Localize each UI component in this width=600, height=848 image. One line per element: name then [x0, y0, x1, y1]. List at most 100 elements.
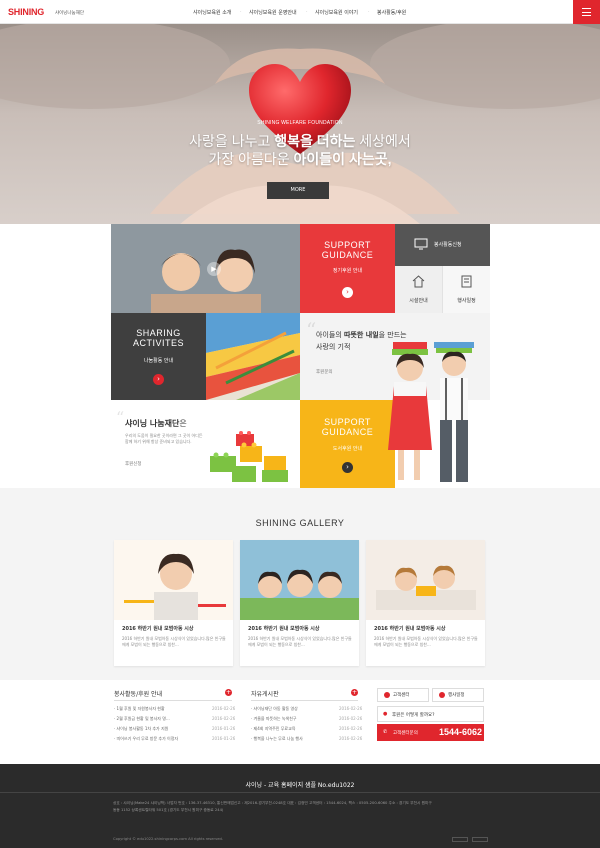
location-pin-icon: ●	[383, 711, 388, 717]
nav-item-about[interactable]: 샤이닝보육원 소개	[193, 9, 231, 16]
board-row[interactable]: · 행복을 나누는 무료 나눔 행사	[251, 736, 303, 742]
board-date: 2016-02-26	[212, 716, 236, 721]
hero-emphasis: 아이들이 사는곳,	[293, 151, 392, 167]
divider	[114, 700, 232, 701]
arrow-right-icon[interactable]: ›	[342, 287, 353, 298]
logo[interactable]: SHINING	[8, 7, 44, 17]
board-date: 2016-02-26	[339, 726, 363, 731]
board-row[interactable]: · 겨울을 따뜻하는 녹색친구	[251, 716, 297, 722]
foundation-description: 우리의 도움이 필요한 곳이라면 그 곳이 어디든 함께 하기 위해 항상 준비…	[125, 433, 203, 444]
foundation-intro-tile: “ 샤이닝 나눔재단은 우리의 도움이 필요한 곳이라면 그 곳이 어디든 함께…	[111, 400, 300, 488]
board-date: 2016-02-26	[212, 706, 236, 711]
kids-with-books-image	[388, 342, 474, 482]
tile-title: GUIDANCE	[321, 250, 374, 260]
board-row[interactable]: · 샤이닝 봉사활동 1차 추가 지원	[114, 726, 168, 732]
divider	[251, 700, 358, 701]
phone-number: 1544-6062	[439, 727, 483, 737]
play-icon[interactable]: ▶	[207, 262, 221, 276]
volunteer-board-title: 봉사활동/후원 안내	[114, 691, 163, 698]
gallery-description: 2016 하반기 원내 모범아동 시상식이 있었습니다.많은 친구들에게 모범이…	[374, 636, 478, 647]
board-date: 2016-02-26	[339, 736, 363, 741]
divider	[0, 792, 600, 793]
home-icon	[412, 275, 425, 288]
button-label: 행사일정	[448, 693, 465, 698]
tile-subtitle: 정기후원 안내	[332, 268, 363, 274]
board-date: 2016-01-26	[212, 726, 236, 731]
copyright: Copyright © edu1022.shiningcorps.com All…	[113, 837, 224, 841]
foundation-suffix: 은	[179, 419, 187, 428]
hero-foundation-name: SHINING WELFARE FOUNDATION	[257, 120, 343, 126]
tile-label: 행사일정	[457, 298, 476, 304]
board-row[interactable]: · 제4회 지역주민 무료교육	[251, 726, 295, 732]
gallery-card[interactable]: 2016 하반기 원내 모범아동 시상 2016 하반기 원내 모범아동 시상식…	[240, 540, 359, 666]
quote-text: 을 만드는	[378, 331, 407, 339]
dot-icon	[439, 692, 445, 698]
tile-subtitle: 나눔활동 안내	[143, 358, 174, 364]
plus-icon[interactable]: +	[225, 689, 232, 696]
dot-icon	[384, 692, 390, 698]
nav-item-story[interactable]: 샤이닝보육원 이야기	[315, 9, 358, 16]
volunteer-apply-tile[interactable]: 봉사활동신청	[395, 224, 490, 266]
tile-title: ACTIVITES	[132, 338, 184, 348]
logo-subtitle: 샤이닝나눔재단	[55, 11, 84, 16]
board-date: 2016-01-26	[212, 736, 236, 741]
button-label: 고객센터	[393, 693, 410, 698]
sharing-activities-tile[interactable]: SHARING ACTIVITES 나눔활동 안내 ›	[111, 313, 206, 400]
nav-item-volunteer[interactable]: 봉사활동/후원	[377, 9, 406, 16]
quote-line-1: 아이들의 따뜻한 내일을 만드는	[316, 330, 407, 340]
tile-label: 봉사활동신청	[434, 242, 462, 248]
board-row[interactable]: · 샤이닝재단 아동 활동 영상	[251, 706, 298, 712]
board-date: 2016-02-26	[339, 716, 363, 721]
hero-text: 가장 아름다운	[208, 151, 294, 167]
more-button[interactable]: MORE	[267, 182, 329, 199]
apply-donation-link[interactable]: 후원신청	[125, 461, 142, 467]
board-row[interactable]: · 2월 후원금 현황 및 봉사자 명...	[114, 716, 170, 722]
hero-text: 세상에서	[355, 133, 411, 149]
customer-center-button[interactable]: 고객센터	[377, 688, 429, 702]
board-row[interactable]: · 띄어쓰기 우리 무료 방문 추가 이정자	[114, 736, 178, 742]
hero-banner: SHINING WELFARE FOUNDATION 사랑을 나누고 행복을 더…	[0, 24, 600, 224]
site-footer: 샤이닝 - 교육 홈페이지 샘플 No.edu1022 상호 : 샤이닝(Mak…	[0, 764, 600, 848]
gallery-card[interactable]: 2016 하반기 원내 모범아동 시상 2016 하반기 원내 모범아동 시상식…	[366, 540, 485, 666]
hamburger-menu-icon[interactable]	[573, 0, 600, 24]
schedule-tile[interactable]: 행사일정	[442, 266, 490, 313]
phone-box[interactable]: ✆ 고객센터문의 1544-6062	[377, 724, 484, 741]
free-board-title: 자유게시판	[251, 691, 279, 698]
facility-tile[interactable]: 시설안내	[395, 266, 442, 313]
phone-icon: ✆	[383, 729, 388, 735]
gallery-caption: 2016 하반기 원내 모범아동 시상	[248, 626, 320, 632]
kids-video-tile[interactable]: ▶	[111, 224, 300, 313]
tile-title: SHARING	[136, 328, 181, 338]
donation-inquiry-link[interactable]: 후원문의	[316, 369, 333, 375]
donation-faq-box[interactable]: ● 후원은 어떻게 할까요?	[377, 706, 484, 722]
hero-emphasis: 행복을 더하는	[274, 133, 356, 149]
plus-icon[interactable]: +	[351, 689, 358, 696]
nav-item-operation[interactable]: 샤이닝보육원 운영안내	[249, 9, 297, 16]
event-schedule-button[interactable]: 행사일정	[432, 688, 484, 702]
certification-badge	[452, 837, 468, 842]
arrow-right-icon[interactable]: ›	[342, 462, 353, 473]
gallery-description: 2016 하반기 원내 모범아동 시상식이 있었습니다.많은 친구들에게 모범이…	[248, 636, 352, 647]
hero-headline-1: 사랑을 나누고 행복을 더하는 세상에서	[0, 131, 600, 151]
nav-divider: ·	[306, 9, 308, 15]
foundation-name: 샤이닝 나눔재단	[125, 419, 180, 428]
board-date: 2016-02-26	[339, 706, 363, 711]
foundation-title: 샤이닝 나눔재단은	[125, 418, 187, 429]
pencils-photo	[206, 313, 300, 400]
support-guidance-tile[interactable]: SUPPORT GUIDANCE 정기후원 안내 ›	[300, 224, 395, 313]
document-icon	[461, 275, 472, 288]
kids-photo	[111, 224, 300, 313]
phone-label: 고객센터문의	[393, 731, 418, 736]
quote-emphasis: 따뜻한 내일	[344, 331, 379, 339]
arrow-right-icon[interactable]: ›	[153, 374, 164, 385]
hero-headline-2: 가장 아름다운 아이들이 사는곳,	[0, 149, 600, 169]
quote-icon: “	[306, 318, 317, 342]
site-header: SHINING 샤이닝나눔재단 샤이닝보육원 소개 · 샤이닝보육원 운영안내 …	[0, 0, 600, 24]
gallery-caption: 2016 하반기 원내 모범아동 시상	[374, 626, 446, 632]
lego-blocks-image	[210, 431, 288, 482]
gallery-card[interactable]: 2016 하반기 원내 모범아동 시상 2016 하반기 원내 모범아동 시상식…	[114, 540, 233, 666]
nav-divider: ·	[240, 9, 242, 15]
tile-label: 시설안내	[409, 298, 428, 304]
board-row[interactable]: · 1월 후원 및 자원봉사자 현황	[114, 706, 165, 712]
gallery-photo	[240, 540, 359, 620]
